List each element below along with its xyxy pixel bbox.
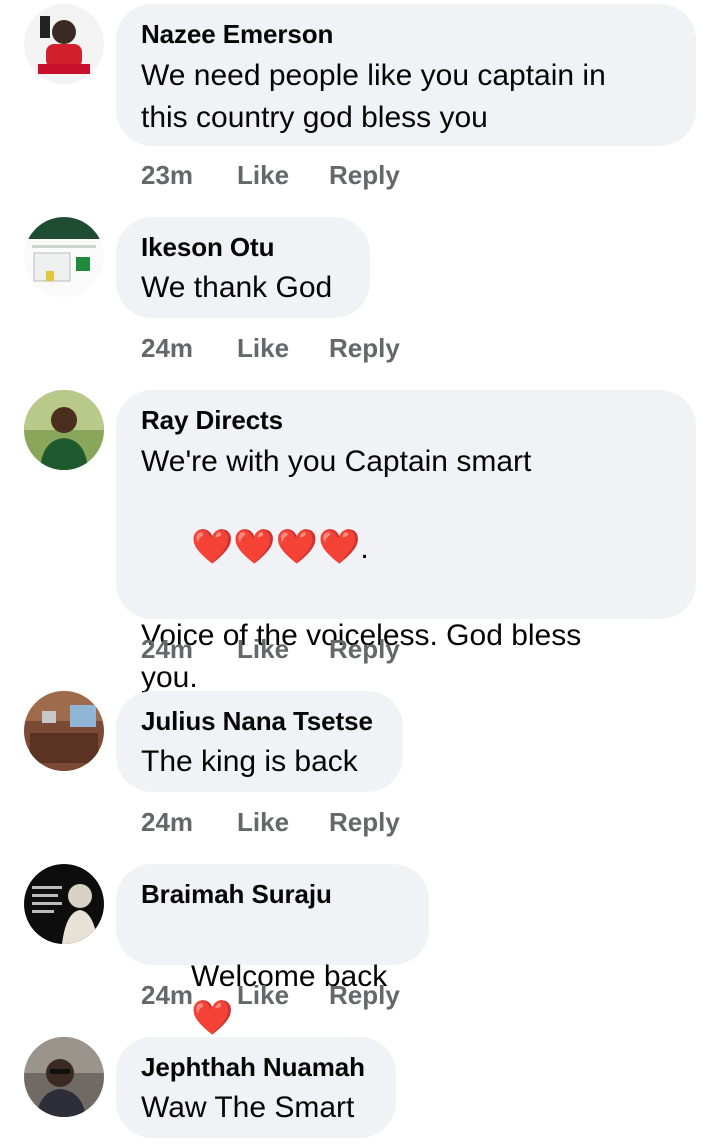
avatar[interactable] bbox=[24, 390, 104, 470]
comment-actions: 24m Like Reply bbox=[141, 333, 400, 364]
reply-button[interactable]: Reply bbox=[329, 807, 400, 838]
avatar[interactable] bbox=[24, 217, 104, 297]
like-button[interactable]: Like bbox=[237, 980, 329, 1011]
comment-author[interactable]: Ikeson Otu bbox=[141, 232, 344, 262]
reply-button[interactable]: Reply bbox=[329, 160, 400, 191]
comment-actions: 24m Like Reply bbox=[141, 807, 400, 838]
comment-author[interactable]: Julius Nana Tsetse bbox=[141, 706, 377, 736]
comment-bubble: Nazee Emerson We need people like you ca… bbox=[116, 4, 696, 146]
comment-actions: 23m Like Reply bbox=[141, 160, 400, 191]
reply-button[interactable]: Reply bbox=[329, 634, 400, 665]
comment-timestamp[interactable]: 24m bbox=[141, 807, 237, 838]
comment-author[interactable]: Nazee Emerson bbox=[141, 19, 670, 49]
avatar[interactable] bbox=[24, 691, 104, 771]
comment-actions: 24m Like Reply bbox=[141, 634, 400, 665]
comment-bubble: Ikeson Otu We thank God bbox=[116, 217, 370, 318]
comment-text-line: We need people like you captain in bbox=[141, 59, 606, 92]
reply-button[interactable]: Reply bbox=[329, 333, 400, 364]
comment-timestamp[interactable]: 24m bbox=[141, 980, 237, 1011]
comment-author[interactable]: Jephthah Nuamah bbox=[141, 1052, 370, 1082]
like-button[interactable]: Like bbox=[237, 333, 329, 364]
reply-button[interactable]: Reply bbox=[329, 980, 400, 1011]
comment-timestamp[interactable]: 23m bbox=[141, 160, 237, 191]
comment-text-line: We thank God bbox=[141, 271, 333, 304]
comment-bubble: Jephthah Nuamah Waw The Smart bbox=[116, 1037, 396, 1138]
comment-bubble: Braimah Suraju Welcome back ❤️ bbox=[116, 864, 429, 1037]
like-button[interactable]: Like bbox=[237, 160, 329, 191]
comment-timestamp[interactable]: 24m bbox=[141, 634, 237, 665]
avatar[interactable] bbox=[24, 1037, 104, 1117]
comment-text-line: this country god bless you bbox=[141, 101, 488, 134]
comment-text-line: We're with you Captain smart bbox=[141, 445, 532, 478]
comment-author[interactable]: Ray Directs bbox=[141, 405, 670, 435]
comment-text-line: The king is back bbox=[141, 745, 358, 778]
comment-text-line: ❤️❤️❤️❤️. bbox=[141, 483, 670, 615]
comment-actions: 24m Like Reply bbox=[141, 980, 400, 1011]
avatar[interactable] bbox=[24, 864, 104, 944]
comment-bubble: Ray Directs We're with you Captain smart… bbox=[116, 390, 696, 694]
like-button[interactable]: Like bbox=[237, 634, 329, 665]
comment-timestamp[interactable]: 24m bbox=[141, 333, 237, 364]
like-button[interactable]: Like bbox=[237, 807, 329, 838]
comment-bubble: Julius Nana Tsetse The king is back bbox=[116, 691, 403, 792]
comment-author[interactable]: Braimah Suraju bbox=[141, 879, 403, 909]
comment-text-line: Waw The Smart bbox=[141, 1091, 355, 1124]
heart-emoji-icon: ❤️❤️❤️❤️ bbox=[191, 528, 361, 566]
avatar[interactable] bbox=[24, 4, 104, 84]
comment-text-punctuation: . bbox=[360, 532, 369, 565]
